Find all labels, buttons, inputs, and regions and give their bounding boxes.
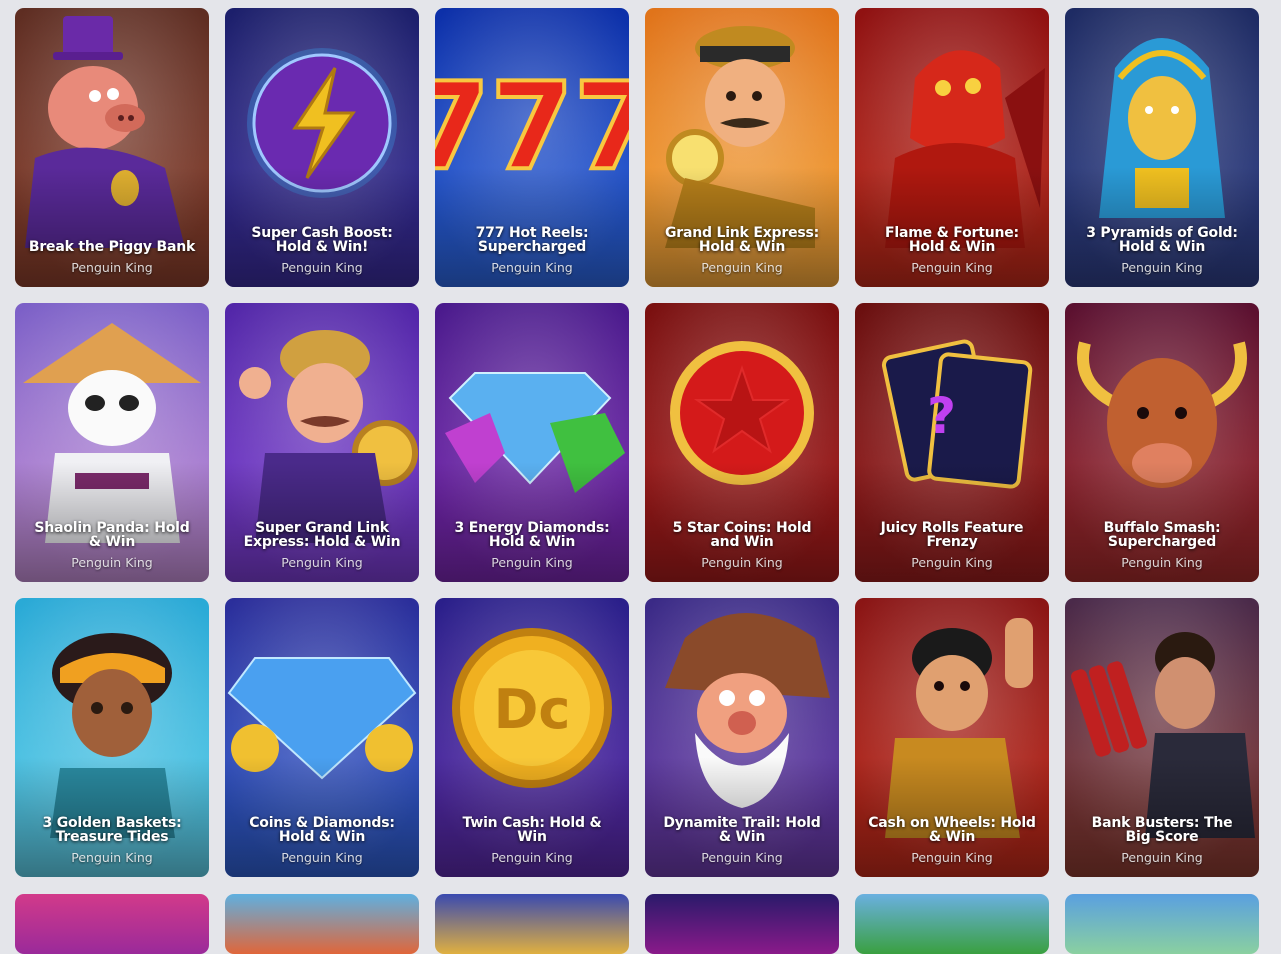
game-provider: Penguin King	[701, 260, 783, 275]
game-provider: Penguin King	[1121, 260, 1203, 275]
game-card[interactable]: Dc Twin Cash: Hold & Win Penguin King	[435, 598, 629, 877]
game-title: Cash on Wheels: Hold & Win	[868, 815, 1036, 845]
game-title: Break the Piggy Bank	[28, 239, 196, 255]
game-card[interactable]: 5 Star Coins: Hold and Win Penguin King	[645, 303, 839, 582]
game-provider: Penguin King	[281, 260, 363, 275]
game-card[interactable]: ? Juicy Rolls Feature Frenzy Penguin Kin…	[855, 303, 1049, 582]
game-provider: Penguin King	[911, 260, 993, 275]
game-provider: Penguin King	[71, 555, 153, 570]
game-grid: Break the Piggy Bank Penguin King Super …	[15, 8, 1259, 877]
game-card[interactable]: Bank Busters: The Big Score Penguin King	[1065, 598, 1259, 877]
game-card-partial[interactable]	[225, 894, 419, 954]
game-provider: Penguin King	[701, 555, 783, 570]
game-card[interactable]: Dynamite Trail: Hold & Win Penguin King	[645, 598, 839, 877]
game-provider: Penguin King	[71, 850, 153, 865]
game-title: Shaolin Panda: Hold & Win	[34, 520, 190, 550]
game-provider: Penguin King	[281, 850, 363, 865]
game-title: 3 Pyramids of Gold: Hold & Win	[1086, 225, 1238, 255]
game-card[interactable]: Buffalo Smash: Supercharged Penguin King	[1065, 303, 1259, 582]
game-title: Juicy Rolls Feature Frenzy	[880, 520, 1024, 550]
game-provider: Penguin King	[911, 850, 993, 865]
game-card[interactable]: Coins & Diamonds: Hold & Win Penguin Kin…	[225, 598, 419, 877]
game-card-partial[interactable]	[1065, 894, 1259, 954]
game-provider: Penguin King	[71, 260, 153, 275]
game-card[interactable]: Grand Link Express: Hold & Win Penguin K…	[645, 8, 839, 287]
game-card[interactable]: 3 Energy Diamonds: Hold & Win Penguin Ki…	[435, 303, 629, 582]
game-title: Twin Cash: Hold & Win	[462, 815, 602, 845]
game-card[interactable]: Super Grand Link Express: Hold & Win Pen…	[225, 303, 419, 582]
game-title: 777 Hot Reels: Supercharged	[475, 225, 589, 255]
game-provider: Penguin King	[701, 850, 783, 865]
game-title: Dynamite Trail: Hold & Win	[663, 815, 821, 845]
game-provider: Penguin King	[491, 555, 573, 570]
game-card[interactable]: 3 Pyramids of Gold: Hold & Win Penguin K…	[1065, 8, 1259, 287]
game-provider: Penguin King	[281, 555, 363, 570]
game-card[interactable]: 777 777 Hot Reels: Supercharged Penguin …	[435, 8, 629, 287]
game-card[interactable]: Flame & Fortune: Hold & Win Penguin King	[855, 8, 1049, 287]
game-title: Bank Busters: The Big Score	[1091, 815, 1233, 845]
game-provider: Penguin King	[1121, 555, 1203, 570]
game-card[interactable]: Break the Piggy Bank Penguin King	[15, 8, 209, 287]
game-provider: Penguin King	[491, 850, 573, 865]
game-title: Flame & Fortune: Hold & Win	[885, 225, 1019, 255]
game-provider: Penguin King	[1121, 850, 1203, 865]
game-card[interactable]: 3 Golden Baskets: Treasure Tides Penguin…	[15, 598, 209, 877]
game-title: Buffalo Smash: Supercharged	[1103, 520, 1221, 550]
game-title: Coins & Diamonds: Hold & Win	[249, 815, 395, 845]
game-title: Super Grand Link Express: Hold & Win	[243, 520, 401, 550]
game-card-partial[interactable]	[855, 894, 1049, 954]
game-title: 5 Star Coins: Hold and Win	[672, 520, 812, 550]
game-card-partial[interactable]	[15, 894, 209, 954]
game-title: Super Cash Boost: Hold & Win!	[251, 225, 393, 255]
svg-text:?: ?	[927, 387, 956, 445]
game-card[interactable]: Shaolin Panda: Hold & Win Penguin King	[15, 303, 209, 582]
game-card[interactable]: Cash on Wheels: Hold & Win Penguin King	[855, 598, 1049, 877]
game-card-partial[interactable]	[435, 894, 629, 954]
game-title: 3 Golden Baskets: Treasure Tides	[42, 815, 182, 845]
game-card[interactable]: Super Cash Boost: Hold & Win! Penguin Ki…	[225, 8, 419, 287]
game-card-partial[interactable]	[645, 894, 839, 954]
svg-text:Dc: Dc	[494, 678, 571, 741]
game-provider: Penguin King	[491, 260, 573, 275]
game-title: 3 Energy Diamonds: Hold & Win	[454, 520, 610, 550]
game-provider: Penguin King	[911, 555, 993, 570]
game-title: Grand Link Express: Hold & Win	[664, 225, 820, 255]
